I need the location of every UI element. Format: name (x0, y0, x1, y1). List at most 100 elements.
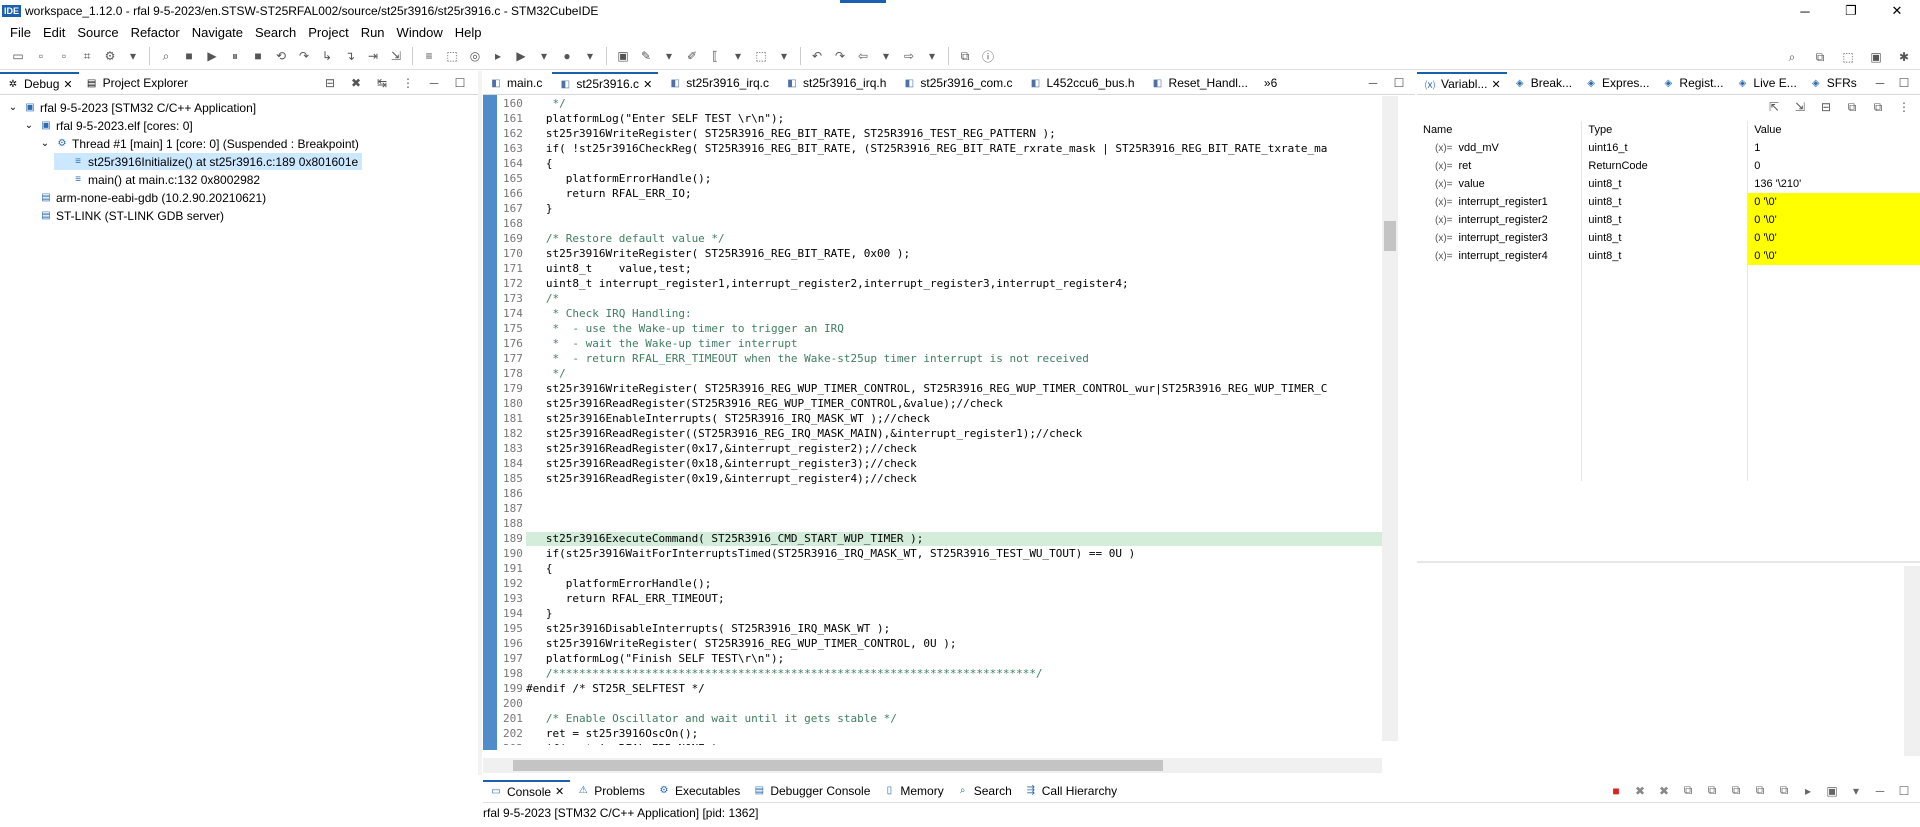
close-icon[interactable]: ✕ (643, 78, 652, 91)
close-icon[interactable]: ✕ (1491, 78, 1500, 91)
debug-tree-item[interactable]: ⌄ ▣ rfal 9-5-2023.elf [cores: 0] (22, 117, 193, 134)
toolbar-icon[interactable]: ▾ (123, 46, 143, 66)
maximize-button[interactable]: ❐ (1828, 0, 1874, 22)
chevron-down-icon[interactable]: ⌄ (6, 101, 20, 115)
variable-row[interactable]: (x)= ret ReturnCode 0 (1417, 157, 1920, 175)
toolbar-icon[interactable]: ● (557, 46, 577, 66)
menu-help[interactable]: Help (449, 25, 488, 40)
code-line[interactable]: * Check IRQ Handling: (526, 307, 691, 320)
view-action-icon[interactable]: ⧉ (1868, 97, 1888, 117)
detail-pane-sash[interactable] (1417, 561, 1920, 563)
code-line[interactable]: st25r3916ReadRegister(0x17,&interrupt_re… (526, 442, 917, 455)
menu-project[interactable]: Project (302, 25, 354, 40)
code-line[interactable]: st25r3916ReadRegister(0x18,&interrupt_re… (526, 457, 917, 470)
code-line[interactable]: } (526, 607, 553, 620)
toolbar-icon[interactable]: ⇲ (386, 46, 406, 66)
view-action-icon[interactable]: ⇱ (1764, 97, 1784, 117)
tab-debugger-console[interactable]: ▤ Debugger Console (746, 780, 876, 802)
debug-tree-item[interactable]: ⌄ ⚙ Thread #1 [main] 1 [core: 0] (Suspende… (38, 135, 359, 152)
variable-row[interactable]: (x)= interrupt_register3 uint8_t 0 '\0' (1417, 229, 1920, 247)
close-icon[interactable]: ✕ (555, 785, 564, 798)
menu-run[interactable]: Run (355, 25, 391, 40)
toolbar-icon[interactable]: ⇨ (899, 46, 919, 66)
tab-console[interactable]: ▭ Console ✕ (483, 779, 571, 802)
code-line[interactable]: if( ret != RFAL_ERR_NONE ) (526, 742, 718, 745)
view-action-icon[interactable]: ─ (1363, 73, 1383, 93)
menu-navigate[interactable]: Navigate (186, 25, 249, 40)
code-line[interactable]: st25r3916WriteRegister( ST25R3916_REG_BI… (526, 127, 1056, 140)
code-area[interactable]: 160 */161 platformLog("Enter SELF TEST \… (483, 95, 1438, 745)
code-line[interactable]: platformErrorHandle(); (526, 172, 712, 185)
code-line[interactable]: * - return RFAL_ERR_TIMEOUT when the Wak… (526, 352, 1088, 365)
perspective-icon[interactable]: ⌕ (1782, 47, 1802, 67)
toolbar-icon[interactable]: ⌗ (77, 46, 97, 66)
variable-row[interactable]: (x)= interrupt_register2 uint8_t 0 '\0' (1417, 211, 1920, 229)
code-line[interactable]: * - wait the Wake-up timer interrupt (526, 337, 797, 350)
variable-value[interactable]: 0 (1747, 157, 1920, 175)
code-line[interactable]: */ (526, 97, 565, 110)
toolbar-icon[interactable]: ◎ (465, 46, 485, 66)
overview-ruler[interactable] (1399, 96, 1415, 741)
code-line[interactable]: #endif /* ST25R_SELFTEST */ (526, 682, 705, 695)
tab-call-hierarchy[interactable]: ⇶ Call Hierarchy (1018, 780, 1123, 802)
variable-row[interactable]: (x)= vdd_mV uint16_t 1 (1417, 139, 1920, 157)
view-action-icon[interactable]: ✖ (346, 73, 366, 93)
toolbar-icon[interactable]: ⇥ (363, 46, 383, 66)
toolbar-icon[interactable]: ▾ (580, 46, 600, 66)
toolbar-icon[interactable]: ▾ (659, 46, 679, 66)
close-icon[interactable]: ✕ (63, 78, 72, 91)
editor-tab[interactable]: ◧ st25r3916.c ✕ (552, 72, 659, 94)
code-line[interactable]: */ (526, 367, 565, 380)
close-window-button[interactable]: ✕ (1874, 0, 1920, 22)
code-line[interactable]: st25r3916ReadRegister(ST25R3916_REG_WUP_… (526, 397, 1003, 410)
toolbar-icon[interactable]: ▶ (202, 46, 222, 66)
debug-tree-item[interactable]: ▤ arm-none-eabi-gdb (10.2.90.20210621) (22, 189, 266, 206)
toolbar-icon[interactable]: ≡ (419, 46, 439, 66)
view-action-icon[interactable]: ☐ (1894, 73, 1914, 93)
console-action-icon[interactable]: ■ (1606, 781, 1626, 801)
perspective-icon[interactable]: ⧉ (1810, 47, 1830, 67)
toolbar-icon[interactable]: ⌕ (156, 46, 176, 66)
variables-view-tab[interactable]: ◈ Regist... (1655, 72, 1729, 94)
toolbar-icon[interactable]: ⟲ (271, 46, 291, 66)
column-header-name[interactable]: Name (1417, 121, 1583, 139)
column-header-type[interactable]: Type (1581, 121, 1749, 139)
console-action-icon[interactable]: ⧉ (1774, 781, 1794, 801)
code-line[interactable]: * - use the Wake-up timer to trigger an … (526, 322, 843, 335)
variables-scrollbar[interactable] (1904, 566, 1920, 756)
variable-value[interactable]: 0 '\0' (1747, 193, 1920, 211)
code-line[interactable]: platformLog("Finish SELF TEST\r\n"); (526, 652, 784, 665)
editor-tab[interactable]: ◧ st25r3916_irq.c (662, 72, 775, 94)
toolbar-icon[interactable]: ⚙ (100, 46, 120, 66)
toolbar-icon[interactable]: ▸ (488, 46, 508, 66)
view-action-icon[interactable]: ⊟ (320, 73, 340, 93)
console-action-icon[interactable]: ─ (1870, 781, 1890, 801)
view-action-icon[interactable]: ─ (1870, 73, 1890, 93)
console-action-icon[interactable]: ▣ (1822, 781, 1842, 801)
code-line[interactable]: uint8_t interrupt_register1,interrupt_re… (526, 277, 1129, 290)
editor-tab[interactable]: ◧ L452ccu6_bus.h (1022, 72, 1140, 94)
code-line[interactable]: st25r3916WriteRegister( ST25R3916_REG_WU… (526, 637, 957, 650)
code-line[interactable]: /***************************************… (526, 667, 1043, 680)
editor-tab[interactable]: ◧ Reset_Handl... (1145, 72, 1254, 94)
variable-value[interactable]: 0 '\0' (1747, 229, 1920, 247)
view-action-icon[interactable]: ↹ (372, 73, 392, 93)
editor-horizontal-scrollbar[interactable] (483, 758, 1382, 773)
variable-row[interactable]: (x)= interrupt_register4 uint8_t 0 '\0' (1417, 247, 1920, 265)
editor-tab[interactable]: ◧ main.c (483, 72, 548, 94)
perspective-icon[interactable]: ▣ (1866, 47, 1886, 67)
console-action-icon[interactable]: ☐ (1894, 781, 1914, 801)
toolbar-icon[interactable]: ↶ (807, 46, 827, 66)
tab-debug[interactable]: ✲ Debug ✕ (0, 72, 79, 94)
code-line[interactable]: st25r3916ReadRegister(0x19,&interrupt_re… (526, 472, 917, 485)
code-line[interactable]: return RFAL_ERR_TIMEOUT; (526, 592, 725, 605)
toolbar-icon[interactable]: ↴ (340, 46, 360, 66)
console-action-icon[interactable]: ✖ (1654, 781, 1674, 801)
variable-row[interactable]: (x)= interrupt_register1 uint8_t 0 '\0' (1417, 193, 1920, 211)
console-action-icon[interactable]: ⧉ (1726, 781, 1746, 801)
code-line[interactable]: platformErrorHandle(); (526, 577, 712, 590)
code-line[interactable]: return RFAL_ERR_IO; (526, 187, 692, 200)
variable-value[interactable]: 136 '\210' (1747, 175, 1920, 193)
editor-tab[interactable]: ◧ st25r3916_com.c (896, 72, 1018, 94)
debug-tree-item[interactable]: ≡ main() at main.c:132 0x8002982 (54, 171, 260, 188)
